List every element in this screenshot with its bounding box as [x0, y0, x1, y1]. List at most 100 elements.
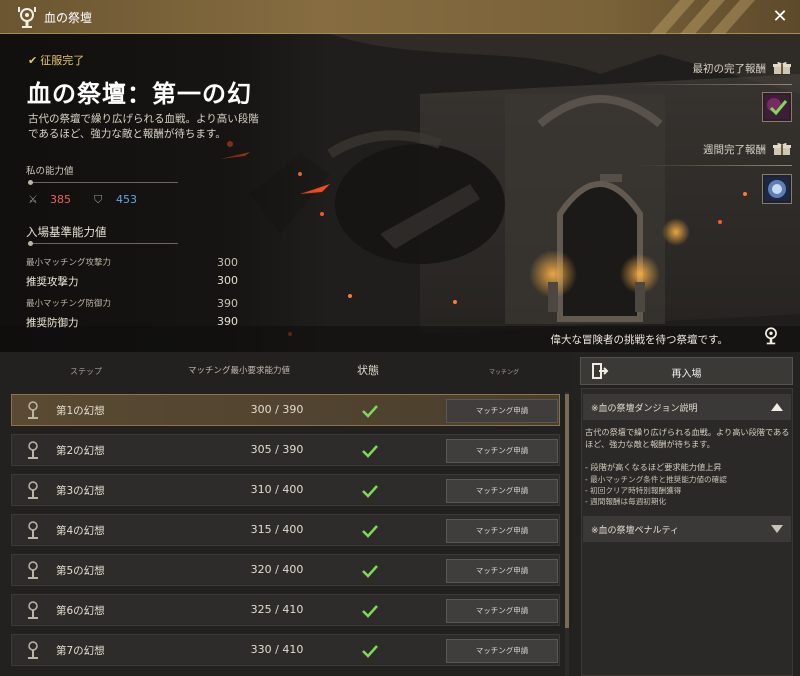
explanation-intro: 古代の祭壇で繰り広げられる血戦。より高い段階であるほど、強力な敵と報酬が待ちます… [585, 427, 790, 449]
reward-orb-icon [765, 177, 789, 201]
header-matching: マッチング [489, 369, 520, 376]
min-defense-label: 最小マッチング防御力 [26, 299, 112, 309]
check-icon [362, 405, 378, 418]
dungeon-description: 古代の祭壇で繰り広げられる血戦。より高い段階であるほど、強力な敵と報酬が待ちます… [28, 113, 259, 140]
altar-step-icon [28, 521, 38, 539]
reenter-button[interactable]: 再入場 [580, 357, 793, 385]
recommended-defense-label: 推奨防御力 [26, 317, 79, 329]
explanation-point: - 最小マッチング条件と推奨能力値の確認 [585, 474, 727, 484]
step-row-4[interactable]: 第4の幻想 315 / 400 マッチング申請 [11, 514, 560, 546]
check-icon [362, 645, 378, 658]
check-icon [362, 525, 378, 538]
first-reward-item[interactable] [762, 92, 792, 122]
step-row-2[interactable]: 第2の幻想 305 / 390 マッチング申請 [11, 434, 560, 466]
recommended-attack-label: 推奨攻撃力 [26, 276, 79, 288]
chevron-up-icon [771, 403, 783, 411]
conquered-label: 征服完了 [40, 54, 85, 67]
my-defense-value: 453 [116, 193, 137, 206]
sword-icon: ⚔ [28, 193, 38, 206]
step-name: 第7の幻想 [56, 645, 105, 657]
min-attack-value: 300 [217, 256, 238, 269]
altar-emblem-icon [765, 327, 777, 345]
dungeon-tagline: 偉大な冒険者の挑戦を待つ祭壇です。 [550, 334, 728, 346]
check-icon [362, 445, 378, 458]
step-requirement: 330 / 410 [250, 643, 304, 656]
step-name: 第5の幻想 [56, 565, 105, 577]
recommended-attack-value: 300 [217, 274, 238, 287]
check-icon [362, 485, 378, 498]
altar-step-icon [28, 481, 38, 499]
weekly-reward-item[interactable] [762, 174, 792, 204]
entry-requirement-label: 入場基準能力値 [26, 225, 107, 239]
step-name: 第6の幻想 [56, 605, 105, 617]
reward-item-icon [765, 95, 789, 119]
my-attack-value: 385 [50, 193, 71, 206]
step-requirement: 310 / 400 [250, 483, 304, 496]
matching-request-button[interactable]: マッチング申請 [446, 479, 558, 503]
reenter-label: 再入場 [671, 369, 702, 380]
explanation-point: - 週間報酬は毎週初期化 [585, 496, 667, 506]
step-name: 第4の幻想 [56, 525, 105, 537]
entry-divider [28, 243, 178, 244]
explanation-point: - 段階が高くなるほど要求能力値上昇 [585, 462, 722, 472]
step-requirement: 325 / 410 [250, 603, 304, 616]
matching-request-button[interactable]: マッチング申請 [446, 439, 558, 463]
header-requirement: マッチング最小要求能力値 [188, 366, 291, 376]
dungeon-info-box: ※血の祭壇ダンジョン説明 古代の祭壇で繰り広げられる血戦。より高い段階であるほど… [581, 388, 793, 676]
step-row-3[interactable]: 第3の幻想 310 / 400 マッチング申請 [11, 474, 560, 506]
step-requirement: 305 / 390 [250, 443, 304, 456]
first-reward-divider [637, 84, 792, 85]
step-requirement: 315 / 400 [250, 523, 304, 536]
window-title: 血の祭壇 [44, 11, 93, 25]
weekly-reward-divider [637, 165, 792, 166]
step-name: 第1の幻想 [56, 405, 105, 417]
step-row-5[interactable]: 第5の幻想 320 / 400 マッチング申請 [11, 554, 560, 586]
min-attack-label: 最小マッチング攻撃力 [26, 258, 112, 268]
step-row-1[interactable]: 第1の幻想 300 / 390 マッチング申請 [11, 394, 560, 426]
penalty-title: ※血の祭壇ペナルティ [591, 526, 680, 536]
check-icon [362, 565, 378, 578]
my-defense-stat: ⛉ 453 [94, 193, 137, 207]
matching-request-button[interactable]: マッチング申請 [446, 519, 558, 543]
matching-request-button[interactable]: マッチング申請 [446, 639, 558, 663]
explanation-point: - 初回クリア時特別報酬獲得 [585, 485, 682, 495]
header-step: ステップ [70, 367, 102, 376]
shield-icon: ⛉ [94, 193, 103, 206]
min-defense-value: 390 [217, 297, 238, 310]
explanation-title: ※血の祭壇ダンジョン説明 [591, 404, 698, 414]
altar-step-icon [28, 601, 38, 619]
altar-step-icon [28, 441, 38, 459]
first-reward-label: 最初の完了報酬 [692, 63, 767, 75]
explanation-accordion-header[interactable]: ※血の祭壇ダンジョン説明 [583, 394, 791, 420]
dungeon-title: 血の祭壇：第一の幻 [27, 80, 252, 108]
chevron-down-icon [771, 525, 783, 533]
matching-request-button[interactable]: マッチング申請 [446, 559, 558, 583]
power-divider-dot [28, 180, 33, 185]
matching-request-button[interactable]: マッチング申請 [446, 599, 558, 623]
altar-emblem-icon [18, 7, 36, 28]
matching-request-button[interactable]: マッチング申請 [446, 399, 558, 423]
scrollbar-thumb[interactable] [565, 394, 569, 628]
gift-icon [773, 143, 791, 155]
power-divider [28, 182, 178, 183]
gift-icon [773, 62, 791, 74]
my-power-label: 私の能力値 [26, 166, 74, 177]
step-row-6[interactable]: 第6の幻想 325 / 410 マッチング申請 [11, 594, 560, 626]
weekly-reward-label: 週間完了報酬 [703, 144, 766, 156]
conquered-status: ✔ 征服完了 [28, 52, 84, 68]
step-table: ステップ マッチング最小要求能力値 状態 マッチング 第1の幻想 300 / 3… [0, 352, 572, 676]
step-requirement: 300 / 390 [250, 403, 304, 416]
step-requirement: 320 / 400 [250, 563, 304, 576]
step-name: 第2の幻想 [56, 445, 105, 457]
title-decoration [650, 0, 755, 34]
explanation-body: 古代の祭壇で繰り広げられる血戦。より高い段階であるほど、強力な敵と報酬が待ちます… [585, 427, 790, 507]
altar-step-icon [28, 641, 38, 659]
step-row-7[interactable]: 第7の幻想 330 / 410 マッチング申請 [11, 634, 560, 666]
altar-step-icon [28, 401, 38, 419]
check-icon [362, 605, 378, 618]
close-icon[interactable]: ✕ [768, 5, 792, 29]
penalty-accordion-header[interactable]: ※血の祭壇ペナルティ [583, 516, 791, 542]
my-attack-stat: ⚔ 385 [28, 193, 71, 206]
title-bar: 血の祭壇 ✕ [0, 0, 800, 34]
altar-step-icon [28, 561, 38, 579]
